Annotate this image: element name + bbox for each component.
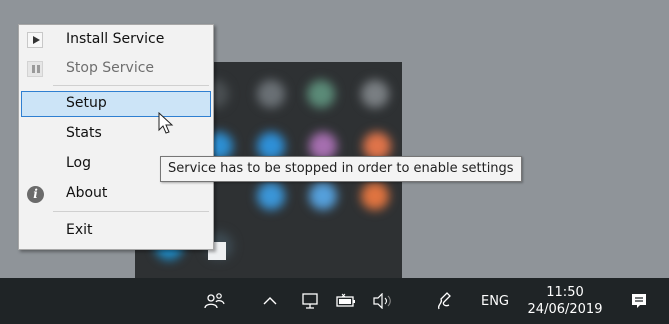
blurred-tray-icon bbox=[361, 80, 389, 108]
menu-item-label: Exit bbox=[66, 222, 93, 238]
menu-item-label: Setup bbox=[66, 95, 107, 111]
people-icon[interactable] bbox=[200, 278, 230, 324]
info-icon: i bbox=[27, 186, 44, 203]
blurred-tray-icon bbox=[257, 80, 285, 108]
tooltip: Service has to be stopped in order to en… bbox=[160, 156, 522, 182]
notification-icon[interactable] bbox=[626, 278, 652, 324]
battery-icon[interactable] bbox=[333, 278, 359, 324]
clock-date: 24/06/2019 bbox=[527, 302, 603, 317]
menu-item-label: Install Service bbox=[66, 31, 165, 47]
pen-icon[interactable] bbox=[432, 278, 458, 324]
blurred-tray-icon bbox=[361, 182, 389, 210]
menu-item-label: Log bbox=[66, 155, 92, 171]
stats-menu-item[interactable]: Stats bbox=[21, 121, 211, 147]
clock[interactable]: 11:50 24/06/2019 bbox=[520, 278, 610, 324]
volume-icon[interactable] bbox=[370, 278, 396, 324]
clock-time: 11:50 bbox=[546, 285, 584, 300]
play-icon bbox=[27, 32, 43, 48]
blurred-tray-icon bbox=[309, 182, 337, 210]
setup-menu-item[interactable]: Setup bbox=[21, 91, 211, 117]
exit-menu-item[interactable]: Exit bbox=[21, 218, 211, 244]
install-service-menu-item[interactable]: Install Service bbox=[21, 27, 211, 53]
menu-item-label: About bbox=[66, 185, 108, 201]
stop-service-menu-item[interactable]: Stop Service bbox=[21, 56, 211, 82]
blurred-tray-icon bbox=[257, 182, 285, 210]
input-language-indicator[interactable]: ENG bbox=[476, 278, 514, 324]
menu-item-label: Stats bbox=[66, 125, 102, 141]
tray-context-menu: Install Service Stop Service Setup Stats… bbox=[18, 24, 214, 250]
show-hidden-icons-chevron-icon[interactable] bbox=[258, 278, 282, 324]
menu-separator bbox=[53, 85, 209, 86]
blurred-tray-icon bbox=[307, 80, 335, 108]
mouse-pointer-icon bbox=[158, 112, 174, 134]
about-menu-item[interactable]: i About bbox=[21, 181, 211, 207]
taskbar: ENG 11:50 24/06/2019 bbox=[0, 278, 669, 324]
network-icon[interactable] bbox=[298, 278, 324, 324]
menu-separator bbox=[53, 211, 209, 212]
pause-icon bbox=[27, 61, 43, 77]
menu-item-label: Stop Service bbox=[66, 60, 155, 76]
